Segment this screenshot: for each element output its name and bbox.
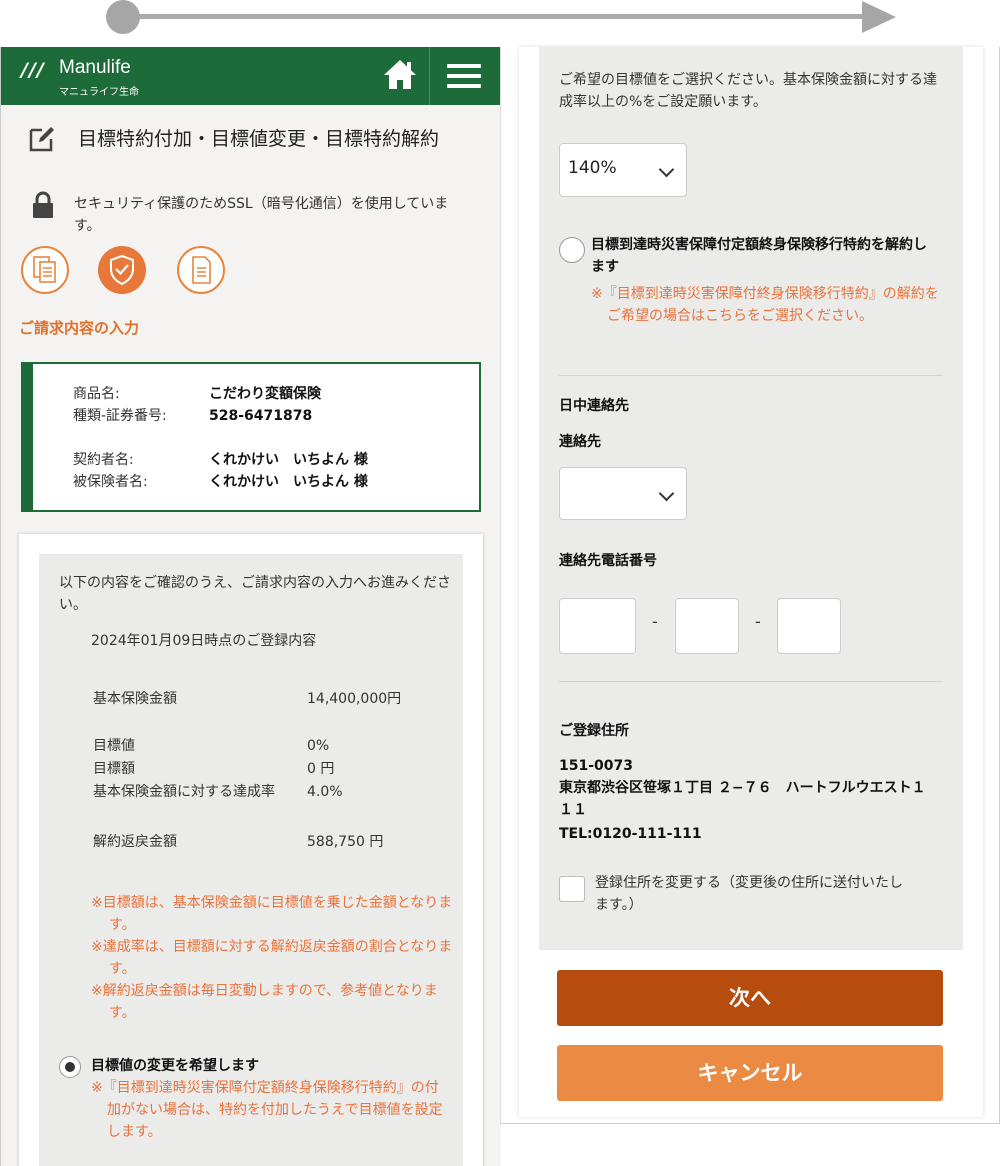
lock-icon [33,191,53,218]
target-amount-value: 0 円 [307,761,335,777]
product-name-value: こだわり変額保険 [209,386,321,402]
product-info-box: 商品名: こだわり変額保険 種類-証券番号: 528-6471878 契約者名:… [21,362,481,512]
change-address-label[interactable]: 登録住所を変更する（変更後の住所に送付いたします。） [595,872,915,916]
shield-check-icon [110,254,134,286]
cancel-rider-radio[interactable] [559,237,585,263]
right-screen: ご希望の目標値をご選択ください。基本保険金額に対する達成率以上の%をご設定願いま… [500,47,1000,1124]
form-card: ご希望の目標値をご選択ください。基本保険金額に対する達成率以上の%をご設定願いま… [519,47,983,1117]
next-button[interactable]: 次へ [557,970,943,1026]
form-content: ご希望の目標値をご選択ください。基本保険金額に対する達成率以上の%をご設定願いま… [539,47,963,950]
target-instruction: ご希望の目標値をご選択ください。基本保険金額に対する達成率以上の%をご設定願いま… [559,72,937,110]
note-achievement-rate: ※達成率は、目標額に対する解約返戻金額の割合となります。 [91,939,453,977]
change-address-checkbox[interactable] [559,876,585,902]
postal-code: 151-0073 [559,758,633,774]
flow-arrow-start-dot [106,0,140,34]
registered-tel: TEL:0120-111-111 [559,826,702,842]
phone-separator: - [652,612,658,631]
home-button[interactable] [381,57,419,93]
product-name-label: 商品名: [73,386,120,402]
confirm-notes: ※目標額は、基本保険金額に目標値を乗じた金額となります。 ※達成率は、目標額に対… [91,892,461,1024]
target-change-label[interactable]: 目標値の変更を希望します [91,1055,259,1077]
policy-number-label: 種類-証券番号: [73,408,167,424]
cancel-rider-label[interactable]: 目標到達時災害保障付定額終身保険移行特約を解約します [591,234,931,278]
target-value-value: 0% [307,738,330,754]
confirm-intro: 以下の内容をご確認のうえ、ご請求内容の入力へお進みください。 [59,575,451,613]
flow-arrow-head [862,1,896,33]
cancel-button[interactable]: キャンセル [557,1045,943,1101]
document-icon [192,256,211,284]
basic-amount-value: 14,400,000円 [307,691,402,707]
target-change-radio[interactable] [59,1056,81,1078]
surrender-value-label: 解約返戻金額 [93,834,177,850]
address-heading: ご登録住所 [559,723,629,739]
policy-number-value: 528-6471878 [209,408,313,424]
insured-label: 被保険者名: [73,474,148,490]
note-surrender-value: ※解約返戻金額は毎日変動しますので、参考値となります。 [91,983,438,1021]
phone-part-1-input[interactable] [559,598,636,654]
target-amount-label: 目標額 [93,761,135,777]
contractor-label: 契約者名: [73,452,134,468]
flow-arrow-line [125,14,867,19]
registered-address: 東京都渋谷区笹塚１丁目 ２−７６ ハートフルウエスト１１１ [559,780,926,818]
home-icon [384,60,416,89]
contact-label: 連絡先 [559,434,601,450]
step-3 [177,246,225,294]
step-2-current [98,246,146,294]
achievement-rate-value: 4.0% [307,784,343,800]
ssl-notice: セキュリティ保護のためSSL（暗号化通信）を使用しています。 [74,196,449,234]
header-divider [429,47,430,105]
logo-subtitle: マニュライフ生命 [59,87,139,98]
step-1 [21,246,69,294]
edit-icon [29,127,54,152]
insured-value: くれかけい いちよん 様 [209,474,368,490]
left-screen: /// Manulife マニュライフ生命 目標特約付加・目標値変更・目標特約解… [0,47,501,1166]
basic-amount-label: 基本保険金額 [93,691,177,707]
phone-label: 連絡先電話番号 [559,553,657,569]
achievement-rate-label: 基本保険金額に対する達成率 [93,784,275,800]
target-value-selected: 140% [568,158,617,178]
chevron-down-icon [658,485,675,502]
surrender-value-value: 588,750 円 [307,834,384,850]
daytime-contact-heading: 日中連絡先 [559,398,629,414]
documents-icon [33,256,56,283]
current-step-label: ご請求内容の入力 [19,319,140,337]
target-value-select[interactable]: 140% [559,143,687,197]
confirm-content: 以下の内容をご確認のうえ、ご請求内容の入力へお進みください。 2024年01月0… [39,554,463,1166]
chevron-down-icon [658,161,675,178]
logo-mark: /// [21,59,45,81]
cancel-rider-note: ※『目標到達時災害保障付終身保険移行特約』の解約をご希望の場合はこちらをご選択く… [591,286,939,324]
phone-part-3-input[interactable] [777,598,841,654]
app-header: /// Manulife マニュライフ生命 [1,47,501,105]
confirm-card: 以下の内容をご確認のうえ、ご請求内容の入力へお進みください。 2024年01月0… [19,534,483,1166]
product-box-accent [23,364,33,510]
target-value-label: 目標値 [93,738,135,754]
contact-select[interactable] [559,467,687,520]
target-change-note: ※『目標到達時災害保障付定額終身保険移行特約』の付加がない場合は、特約を付加した… [91,1080,443,1140]
page-title: 目標特約付加・目標値変更・目標特約解約 [78,128,440,150]
registration-date: 2024年01月09日時点のご登録内容 [91,633,317,649]
menu-button[interactable] [447,64,481,88]
divider [559,681,943,682]
contractor-value: くれかけい いちよん 様 [209,452,368,468]
divider [559,375,943,376]
logo-name: Manulife [59,57,131,78]
note-target-amount: ※目標額は、基本保険金額に目標値を乗じた金額となります。 [91,895,453,933]
phone-part-2-input[interactable] [675,598,739,654]
phone-separator: - [755,612,761,631]
